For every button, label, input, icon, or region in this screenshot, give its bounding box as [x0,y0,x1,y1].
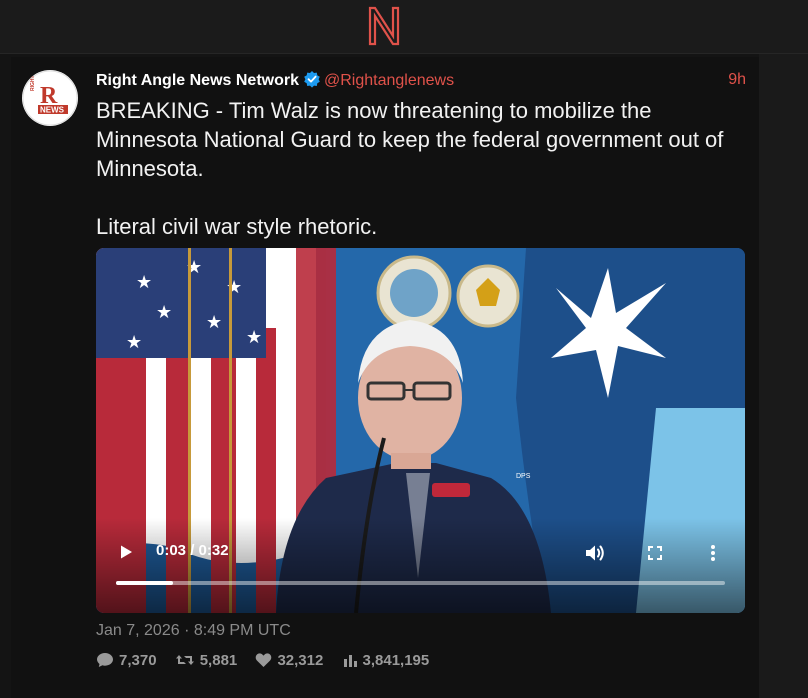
verified-badge-icon [304,71,320,88]
author-name[interactable]: Right Angle News Network [96,72,299,89]
retweets-count: 5,881 [199,652,238,669]
likes-stat[interactable]: 32,312 [255,652,323,669]
views-bar-chart-icon [343,655,357,667]
svg-text:NEWS: NEWS [40,106,65,115]
tweet-stats: 7,370 5,881 32,312 3,841,195 [96,652,443,672]
avatar-logo-icon: RIGHT ANGLE R NEWS [22,70,78,126]
tweet-timestamp[interactable]: Jan 7, 2026 · 8:49 PM UTC [96,622,291,640]
heart-icon [256,653,272,667]
fullscreen-icon[interactable] [647,545,663,561]
retweets-stat[interactable]: 5,881 [175,652,238,669]
author-handle[interactable]: @Rightanglenews [324,72,454,89]
video-progress-fill [116,581,174,585]
video-controls: 0:03 / 0:32 [96,248,745,613]
replies-stat[interactable]: 7,370 [96,652,157,669]
volume-icon[interactable] [584,543,606,563]
right-gutter [759,54,808,698]
video-timecode: 0:03 / 0:32 [156,542,229,559]
retweet-icon [175,655,194,665]
author-avatar[interactable]: RIGHT ANGLE R NEWS [22,70,78,126]
top-bar [0,0,808,54]
tweet-text-paragraph-2: Literal civil war style rhetoric. [96,214,378,239]
tweet-header: Right Angle News Network @Rightanglenews… [96,70,746,92]
views-stat[interactable]: 3,841,195 [342,652,430,669]
tweet-text-paragraph-1: BREAKING - Tim Walz is now threatening t… [96,98,724,181]
more-options-icon[interactable] [709,544,717,562]
tweet-time[interactable]: 9h [728,70,746,90]
replies-count: 7,370 [119,652,157,669]
likes-count: 32,312 [277,652,324,669]
video-player[interactable]: ★ ★ ★ ★ ★ ★ ★ DPS 0:03 / 0:32 [96,248,745,613]
tweet-text: BREAKING - Tim Walz is now threatening t… [96,96,751,241]
reply-icon [97,653,113,667]
views-count: 3,841,195 [362,652,430,669]
app-logo[interactable] [366,6,402,46]
video-progress-bar[interactable] [116,581,725,585]
play-icon[interactable] [118,544,134,560]
